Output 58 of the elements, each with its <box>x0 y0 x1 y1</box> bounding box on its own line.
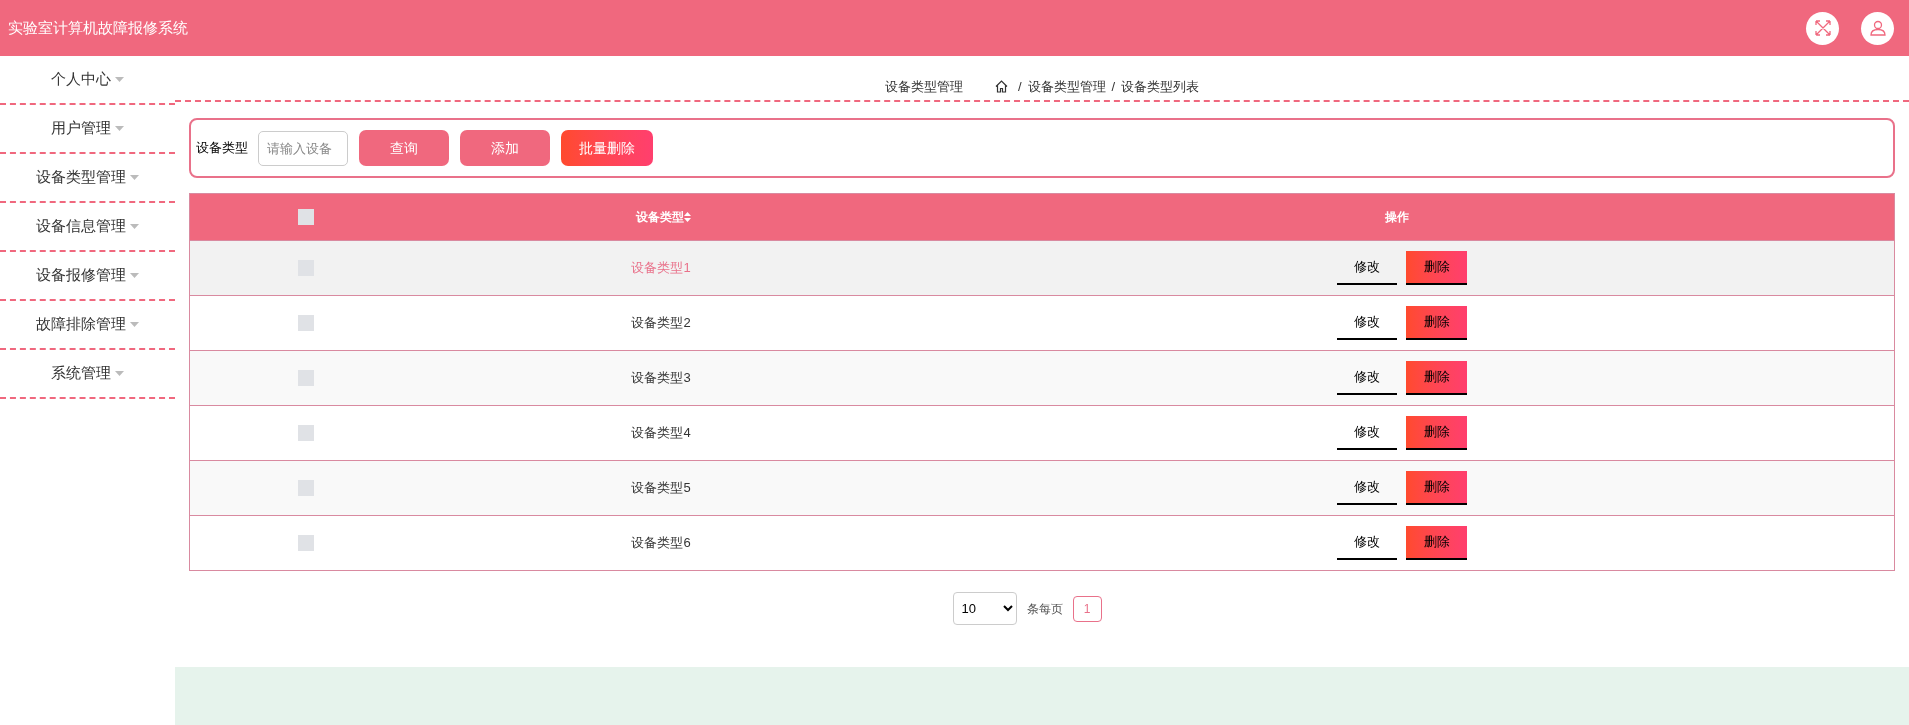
breadcrumb-link[interactable]: 设备类型列表 <box>1121 76 1200 96</box>
edit-button[interactable]: 修改 <box>1337 471 1397 505</box>
table-cell-text: 设备类型4 <box>631 424 691 443</box>
breadcrumb-separator: / <box>1111 77 1116 96</box>
page-title: 设备类型管理 <box>884 77 963 96</box>
select-all-checkbox[interactable] <box>298 209 314 225</box>
edit-button[interactable]: 修改 <box>1337 251 1397 285</box>
caret-icon <box>130 273 139 278</box>
caret-icon <box>115 126 124 131</box>
app-title: 实验室计算机故障报修系统 <box>8 17 188 38</box>
table-cell-text: 设备类型1 <box>631 259 691 278</box>
table-cell-text: 设备类型2 <box>631 314 691 333</box>
caret-icon <box>130 322 139 327</box>
caret-icon <box>130 175 139 180</box>
delete-button[interactable]: 删除 <box>1406 361 1467 395</box>
caret-icon <box>115 77 124 82</box>
edit-button[interactable]: 修改 <box>1337 416 1397 450</box>
edit-button[interactable]: 修改 <box>1337 361 1397 395</box>
table-row[interactable]: 设备类型5 修改 删除 <box>190 460 1894 515</box>
caret-icon <box>130 224 139 229</box>
column-header: 操作 <box>1385 209 1409 226</box>
delete-button[interactable]: 删除 <box>1406 526 1467 560</box>
sidebar-item[interactable]: 设备类型管理 <box>0 154 175 203</box>
delete-button[interactable]: 删除 <box>1406 251 1467 285</box>
row-checkbox[interactable] <box>298 425 314 441</box>
page-size-select[interactable]: 10 <box>952 592 1017 625</box>
user-button[interactable] <box>1861 11 1894 45</box>
edit-button[interactable]: 修改 <box>1337 306 1397 340</box>
delete-button[interactable]: 删除 <box>1406 306 1467 340</box>
edit-button[interactable]: 修改 <box>1337 526 1397 560</box>
delete-button[interactable]: 删除 <box>1406 471 1467 505</box>
sidebar-item[interactable]: 系统管理 <box>0 350 175 399</box>
table-cell-text: 设备类型5 <box>631 479 691 498</box>
fullscreen-button[interactable] <box>1806 11 1839 45</box>
sidebar-item[interactable]: 设备报修管理 <box>0 252 175 301</box>
fullscreen-icon <box>1813 19 1832 37</box>
sort-icon[interactable] <box>683 212 691 222</box>
sidebar-item[interactable]: 个人中心 <box>0 56 175 105</box>
caret-icon <box>115 371 124 376</box>
search-label: 设备类型 <box>196 139 248 158</box>
breadcrumb-separator: / <box>1017 77 1022 96</box>
row-checkbox[interactable] <box>298 480 314 496</box>
sidebar-item[interactable]: 用户管理 <box>0 105 175 154</box>
home-icon[interactable] <box>994 80 1008 93</box>
table-row[interactable]: 设备类型3 修改 删除 <box>190 350 1894 405</box>
breadcrumb-link[interactable]: 设备类型管理 <box>1027 76 1106 96</box>
user-icon <box>1868 19 1887 37</box>
page-size-label: 条每页 <box>1026 600 1063 618</box>
table-row[interactable]: 设备类型1 修改 删除 <box>190 240 1894 295</box>
row-checkbox[interactable] <box>298 315 314 331</box>
row-checkbox[interactable] <box>298 535 314 551</box>
table-cell-text: 设备类型6 <box>631 534 691 553</box>
sidebar-item[interactable]: 故障排除管理 <box>0 301 175 350</box>
sidebar-item[interactable]: 设备信息管理 <box>0 203 175 252</box>
table-cell-text: 设备类型3 <box>631 369 691 388</box>
row-checkbox[interactable] <box>298 370 314 386</box>
search-field[interactable]: 请输入设备 <box>258 130 348 166</box>
delete-button[interactable]: 删除 <box>1406 416 1467 450</box>
